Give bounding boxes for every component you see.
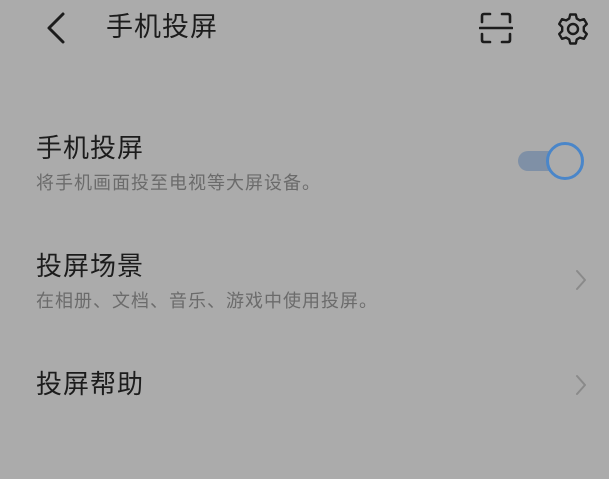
- row-chevron: [570, 265, 592, 295]
- row-title: 投屏场景: [36, 252, 145, 282]
- page-title: 手机投屏: [106, 12, 218, 43]
- top-bar: 手机投屏: [0, 0, 609, 60]
- row-title: 投屏帮助: [36, 370, 145, 400]
- toggle-knob: [546, 142, 584, 180]
- scan-icon: [479, 12, 513, 44]
- screen-mirroring-toggle[interactable]: [516, 140, 588, 182]
- back-button[interactable]: [36, 8, 76, 48]
- row-title: 手机投屏: [36, 134, 145, 164]
- settings-row-mirroring-scenarios[interactable]: 投屏场景 在相册、文档、音乐、游戏中使用投屏。: [0, 240, 609, 320]
- chevron-right-icon: [576, 375, 586, 395]
- gear-icon: [558, 13, 588, 45]
- screen-mirroring-page: 手机投屏 手机投屏 将手机画面投至电视等大屏设备。 投屏场景 在相册、文档、音乐…: [0, 0, 609, 479]
- row-subtitle: 在相册、文档、音乐、游戏中使用投屏。: [36, 291, 378, 312]
- row-subtitle: 将手机画面投至电视等大屏设备。: [36, 173, 321, 194]
- chevron-left-icon: [47, 12, 65, 44]
- settings-button[interactable]: [553, 9, 593, 49]
- settings-row-mirroring-help[interactable]: 投屏帮助: [0, 355, 609, 415]
- row-chevron: [570, 370, 592, 400]
- scan-button[interactable]: [478, 10, 514, 46]
- chevron-right-icon: [576, 270, 586, 290]
